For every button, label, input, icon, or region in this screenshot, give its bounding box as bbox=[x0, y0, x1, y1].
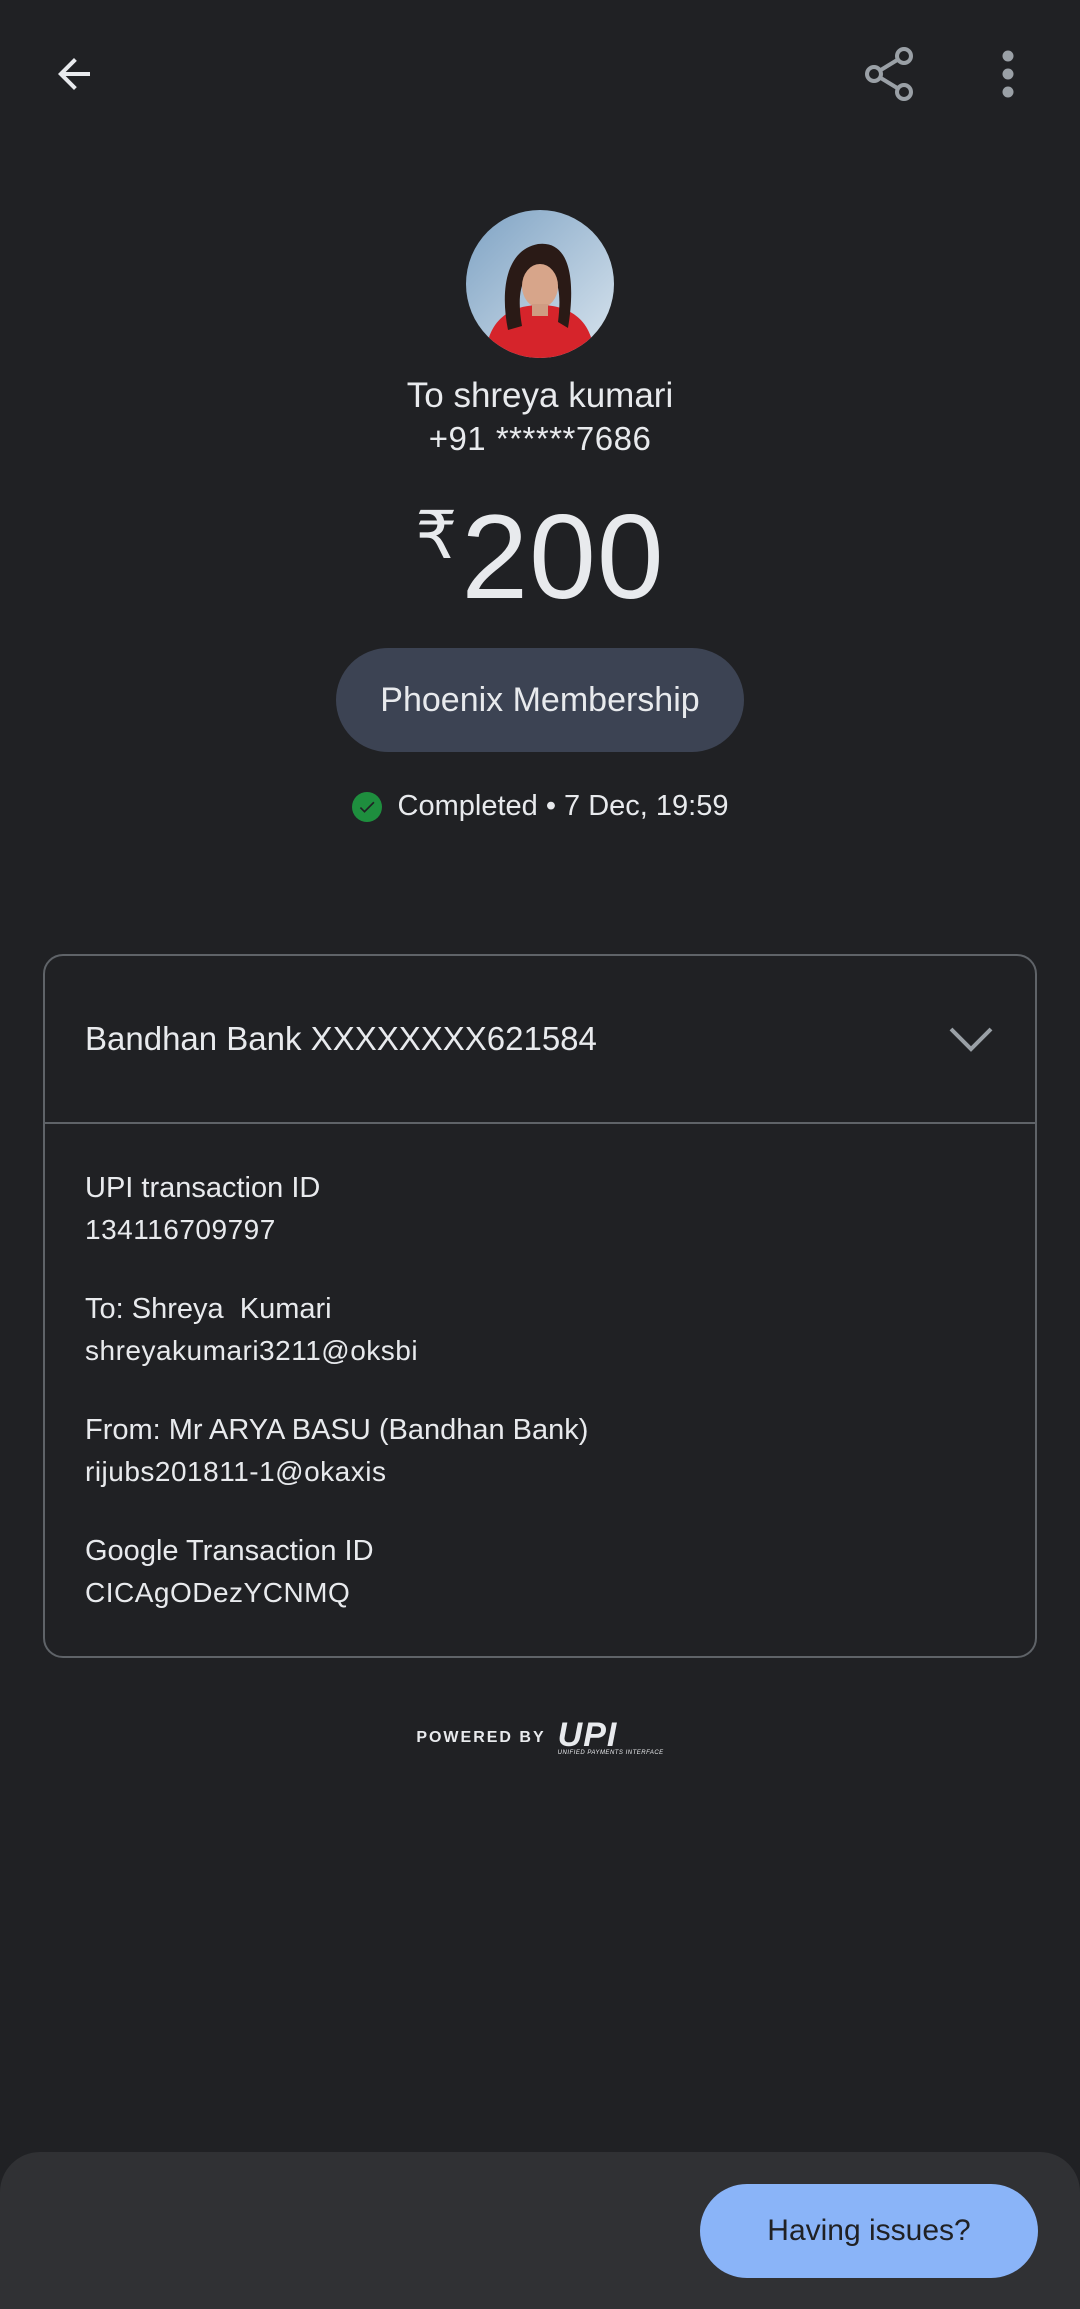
bank-account-label: Bandhan Bank XXXXXXXX621584 bbox=[85, 1020, 597, 1057]
details-list: UPI transaction ID 134116709797 To: Shre… bbox=[45, 1124, 1035, 1615]
having-issues-button[interactable]: Having issues? bbox=[700, 2184, 1038, 2278]
detail-label: To: Shreya Kumari bbox=[85, 1293, 332, 1325]
detail-label: From: Mr ARYA BASU (Bandhan Bank) bbox=[85, 1414, 589, 1446]
upi-logo: UPI UNIFIED PAYMENTS INTERFACE bbox=[557, 1716, 664, 1756]
check-circle-icon bbox=[351, 791, 382, 822]
avatar bbox=[466, 210, 614, 358]
chevron-down-icon bbox=[949, 1027, 993, 1052]
detail-value[interactable]: 134116709797 bbox=[85, 1208, 995, 1252]
amount-value: 200 bbox=[461, 490, 665, 624]
share-icon bbox=[865, 47, 913, 101]
powered-by-upi: POWERED BY UPI UNIFIED PAYMENTS INTERFAC… bbox=[0, 1716, 1080, 1756]
bank-account-row[interactable]: Bandhan Bank XXXXXXXX621584 bbox=[45, 956, 1035, 1124]
powered-by-text: POWERED BY bbox=[416, 1729, 546, 1746]
payment-note-chip: Phoenix Membership bbox=[336, 648, 744, 752]
top-app-bar bbox=[0, 0, 1080, 150]
transaction-details-card: Bandhan Bank XXXXXXXX621584 UPI transact… bbox=[43, 954, 1037, 1658]
arrow-back-icon bbox=[58, 58, 90, 90]
more-options-button[interactable] bbox=[980, 36, 1036, 112]
status-line: Completed • 7 Dec, 19:59 bbox=[0, 790, 1080, 823]
recipient-name: To shreya kumari bbox=[406, 376, 674, 415]
recipient-phone: +91 ******7686 bbox=[428, 420, 652, 457]
detail-value[interactable]: shreyakumari3211@oksbi bbox=[85, 1329, 995, 1373]
status-text: Completed • 7 Dec, 19:59 bbox=[397, 790, 729, 822]
upi-logo-subtitle: UNIFIED PAYMENTS INTERFACE bbox=[557, 1750, 664, 1756]
currency-symbol: ₹ bbox=[415, 498, 458, 572]
detail-google-transaction-id: Google Transaction ID CICAgODezYCNMQ bbox=[85, 1531, 995, 1615]
detail-value[interactable]: CICAgODezYCNMQ bbox=[85, 1571, 995, 1615]
back-button[interactable] bbox=[36, 36, 112, 112]
more-vert-icon bbox=[1002, 50, 1014, 98]
detail-to: To: Shreya Kumari shreyakumari3211@oksbi bbox=[85, 1289, 995, 1373]
share-button[interactable] bbox=[852, 36, 928, 112]
detail-value[interactable]: rijubs201811-1@okaxis bbox=[85, 1450, 995, 1494]
payment-amount: ₹200 bbox=[0, 488, 1080, 626]
avatar-photo bbox=[466, 210, 614, 358]
detail-label: UPI transaction ID bbox=[85, 1172, 321, 1204]
detail-label: Google Transaction ID bbox=[85, 1535, 374, 1567]
upi-logo-mark: UPI bbox=[557, 1716, 618, 1754]
detail-from: From: Mr ARYA BASU (Bandhan Bank) rijubs… bbox=[85, 1410, 995, 1494]
detail-upi-transaction-id: UPI transaction ID 134116709797 bbox=[85, 1168, 995, 1252]
